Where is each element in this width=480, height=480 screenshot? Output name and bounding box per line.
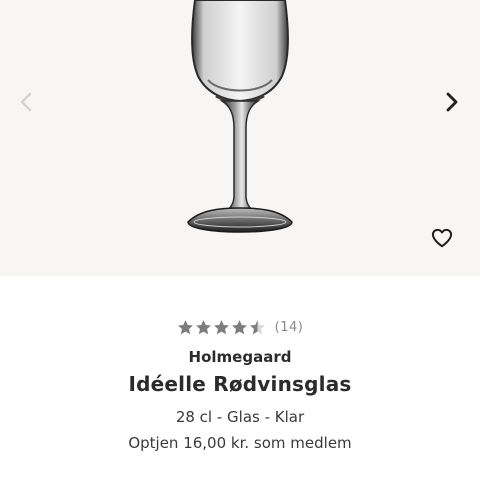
previous-image-button[interactable] [8, 86, 44, 122]
product-title: Idéelle Rødvinsglas [128, 372, 352, 396]
star-full-icon [195, 319, 212, 335]
rating-stars [177, 319, 266, 335]
star-half-icon [249, 319, 266, 335]
star-full-icon [177, 319, 194, 335]
chevron-right-icon [445, 92, 459, 116]
product-image [187, 0, 293, 233]
member-earn-text: Optjen 16,00 kr. som medlem [128, 434, 352, 452]
star-full-icon [231, 319, 248, 335]
product-brand[interactable]: Holmegaard [0, 348, 480, 366]
chevron-left-icon [19, 92, 33, 116]
favorite-button[interactable] [424, 222, 460, 258]
product-info: (14) Holmegaard Idéelle Rødvinsglas 28 c… [0, 276, 480, 480]
product-rating[interactable]: (14) [0, 316, 480, 338]
heart-outline-icon [431, 228, 453, 252]
star-full-icon [213, 319, 230, 335]
next-image-button[interactable] [434, 86, 470, 122]
review-count[interactable]: (14) [275, 320, 304, 335]
product-specs: 28 cl - Glas - Klar [175, 408, 305, 426]
product-page: (14) Holmegaard Idéelle Rødvinsglas 28 c… [0, 0, 480, 480]
product-gallery[interactable] [0, 0, 480, 276]
